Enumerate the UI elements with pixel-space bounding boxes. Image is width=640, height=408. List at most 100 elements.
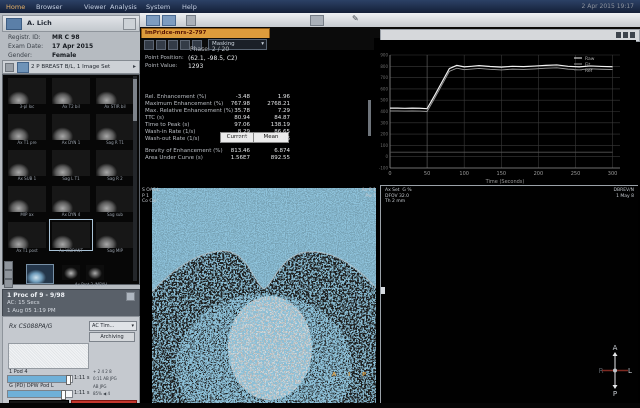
pencil-tool-icon[interactable] bbox=[180, 40, 190, 50]
save-folder-icon[interactable] bbox=[162, 15, 176, 26]
sidebar-scrollbar-thumb[interactable] bbox=[133, 79, 137, 121]
param-row-mean: 7.29 bbox=[252, 108, 290, 114]
thumbnail-caption: Ax T1 post bbox=[8, 248, 46, 253]
orientation-letters: A I P bbox=[332, 372, 371, 378]
parameter-panel: Phase: 2 / 20 Point Position: (62.1, -98… bbox=[140, 50, 374, 185]
param-row-mean: 2768.21 bbox=[252, 101, 290, 107]
series-thumbnail[interactable]: Sag R 2 bbox=[96, 150, 134, 176]
slider2-track[interactable] bbox=[7, 390, 73, 398]
thumbnail-caption: Ax STIR bil bbox=[96, 104, 134, 109]
scan-status-line3: 1 Aug 05 1:19 PM bbox=[7, 308, 56, 314]
roi-icon[interactable] bbox=[156, 40, 166, 50]
thumbnail-caption: Ax T1 pre bbox=[8, 140, 46, 145]
thumbnail-image bbox=[52, 222, 90, 248]
param-row-current: -3.48 bbox=[212, 94, 250, 100]
menu-item-system[interactable]: System bbox=[146, 3, 170, 11]
collapse-icon[interactable] bbox=[5, 63, 14, 72]
series-selector-label: 2 P BREAST B/L, 1 Image Set bbox=[31, 64, 110, 70]
patient-field-label: Gender: bbox=[8, 52, 32, 59]
thumbnail-image bbox=[96, 186, 134, 212]
patient-header[interactable]: A. Lich bbox=[2, 15, 140, 32]
network-icon[interactable] bbox=[310, 15, 324, 26]
tool-chip-icon[interactable] bbox=[4, 261, 13, 270]
param-row-current: 8.29 bbox=[212, 129, 250, 135]
series-thumbnail[interactable]: Ax SUB 1 bbox=[8, 150, 46, 176]
series-thumbnail[interactable]: Ax VIBRANT bbox=[52, 222, 90, 248]
slider1-handle[interactable] bbox=[66, 375, 71, 385]
series-thumbnail[interactable]: Ax T2 bil bbox=[52, 78, 90, 104]
open-folder-icon[interactable] bbox=[146, 15, 160, 26]
series-thumbnail[interactable]: Ax STIR bil bbox=[96, 78, 134, 104]
param-row-mean: 1.96 bbox=[252, 94, 290, 100]
fused-mini-thumbnail[interactable] bbox=[26, 264, 54, 284]
enhancement-chart[interactable]: -100010020030040050060070080090005010015… bbox=[374, 40, 636, 185]
param-row-current: 97.06 bbox=[212, 122, 250, 128]
table-scrollbar[interactable] bbox=[368, 100, 371, 136]
y-tick-label: 0 bbox=[385, 154, 388, 159]
chevron-down-icon: ▾ bbox=[261, 40, 266, 49]
thumbnail-image bbox=[96, 114, 134, 140]
thumbnail-image bbox=[96, 150, 134, 176]
layout-icon[interactable] bbox=[630, 32, 635, 38]
slider1-track[interactable] bbox=[7, 375, 73, 383]
menu-item-help[interactable]: Help bbox=[182, 3, 197, 11]
ac-time-dropdown[interactable]: AC Tim... ▾ bbox=[89, 321, 137, 331]
enhancement-chart-panel[interactable]: -100010020030040050060070080090005010015… bbox=[374, 40, 636, 185]
y-tick-label: -100 bbox=[379, 166, 389, 171]
mini-thumbnail[interactable] bbox=[62, 265, 80, 280]
viewport-overlay-topright: DBREV/N1 May 8 bbox=[614, 188, 634, 199]
patient-header-button[interactable] bbox=[123, 18, 136, 30]
menu-item-viewer[interactable]: Viewer bbox=[84, 3, 106, 11]
series-thumbnail[interactable]: Ax T1 pre bbox=[8, 114, 46, 140]
menu-item-analysis[interactable]: Analysis bbox=[110, 3, 137, 11]
ac-time-dropdown-label: AC Tim... bbox=[92, 323, 114, 329]
menu-item-home[interactable]: Home bbox=[6, 3, 25, 11]
series-thumbnail[interactable]: Ax DYN 1 bbox=[52, 114, 90, 140]
pin-icon[interactable] bbox=[616, 32, 621, 38]
eraser-icon[interactable] bbox=[168, 40, 178, 50]
thumbnail-caption: Ax DYN 4 bbox=[52, 212, 90, 217]
series-thumbnail[interactable]: 3-pl loc bbox=[8, 78, 46, 104]
series-thumbnail[interactable]: Sag sub bbox=[96, 186, 134, 212]
mri-viewport[interactable]: S OAS LP 1Co Cor An P 1Pw T A I P bbox=[140, 185, 380, 403]
secondary-viewport[interactable]: Ax Set G %DFOV 32.0Th 2 mm DBREV/N1 May … bbox=[380, 185, 638, 403]
scan-status-panel: 1 Proc of 9 - 9/98 AC: 15 Secs 1 Aug 05 … bbox=[2, 289, 140, 318]
x-tick-label: 150 bbox=[497, 171, 507, 177]
phase-indicator: Phase: 2 / 20 bbox=[190, 46, 229, 53]
edit-pencil-icon[interactable]: ✎ bbox=[352, 14, 359, 23]
thumbnail-image bbox=[96, 78, 134, 104]
series-thumbnail[interactable]: Ax DYN 4 bbox=[52, 186, 90, 212]
y-tick-label: 100 bbox=[380, 143, 388, 148]
grid-layout-icon[interactable] bbox=[144, 40, 154, 50]
param-row-label: Wash-out Rate (1/s) bbox=[145, 136, 200, 142]
slider2-handle[interactable] bbox=[61, 390, 66, 400]
splitter-handle[interactable] bbox=[381, 287, 385, 294]
minimize-icon[interactable] bbox=[623, 32, 628, 38]
chevron-right-icon[interactable]: ▸ bbox=[133, 63, 136, 70]
series-thumbnail[interactable]: Ax T1 post bbox=[8, 222, 46, 248]
tool-chip-icon[interactable] bbox=[4, 270, 13, 279]
series-thumbnail[interactable]: Sag R T1 bbox=[96, 114, 134, 140]
mri-image[interactable] bbox=[152, 188, 376, 403]
tool-chip-icon[interactable] bbox=[4, 279, 13, 288]
enhancing-lesion bbox=[228, 296, 312, 400]
patient-name: A. Lich bbox=[27, 19, 52, 27]
status-badge-icon[interactable] bbox=[126, 292, 135, 301]
series-selector[interactable]: 2 P BREAST B/L, 1 Image Set ▸ bbox=[2, 60, 140, 74]
series-thumbnail[interactable]: Sag MIP bbox=[96, 222, 134, 248]
svg-text:P: P bbox=[613, 390, 617, 397]
slider1-side-top: + 2 4 2 8 bbox=[93, 369, 112, 374]
overlay-line: 1 May 8 bbox=[614, 194, 634, 200]
series-thumbnail[interactable]: MIP ax bbox=[8, 186, 46, 212]
y-tick-label: 500 bbox=[380, 98, 388, 103]
menu-item-browser[interactable]: Browser bbox=[36, 3, 62, 11]
slider2-value: 1:11 s bbox=[74, 390, 89, 396]
legend-label: Ref bbox=[585, 68, 593, 74]
scan-control-panel: Rx CS088PA/G AC Tim... ▾ Archiving 1 Pod… bbox=[2, 316, 140, 408]
archive-button[interactable]: Archiving bbox=[89, 332, 135, 342]
y-tick-label: 900 bbox=[380, 53, 388, 58]
overlay-line: S OAS L bbox=[142, 188, 160, 194]
series-thumbnail[interactable]: Sag L T1 bbox=[52, 150, 90, 176]
mini-thumbnail[interactable] bbox=[86, 265, 104, 280]
param-row-current: 1.56E7 bbox=[212, 155, 250, 161]
